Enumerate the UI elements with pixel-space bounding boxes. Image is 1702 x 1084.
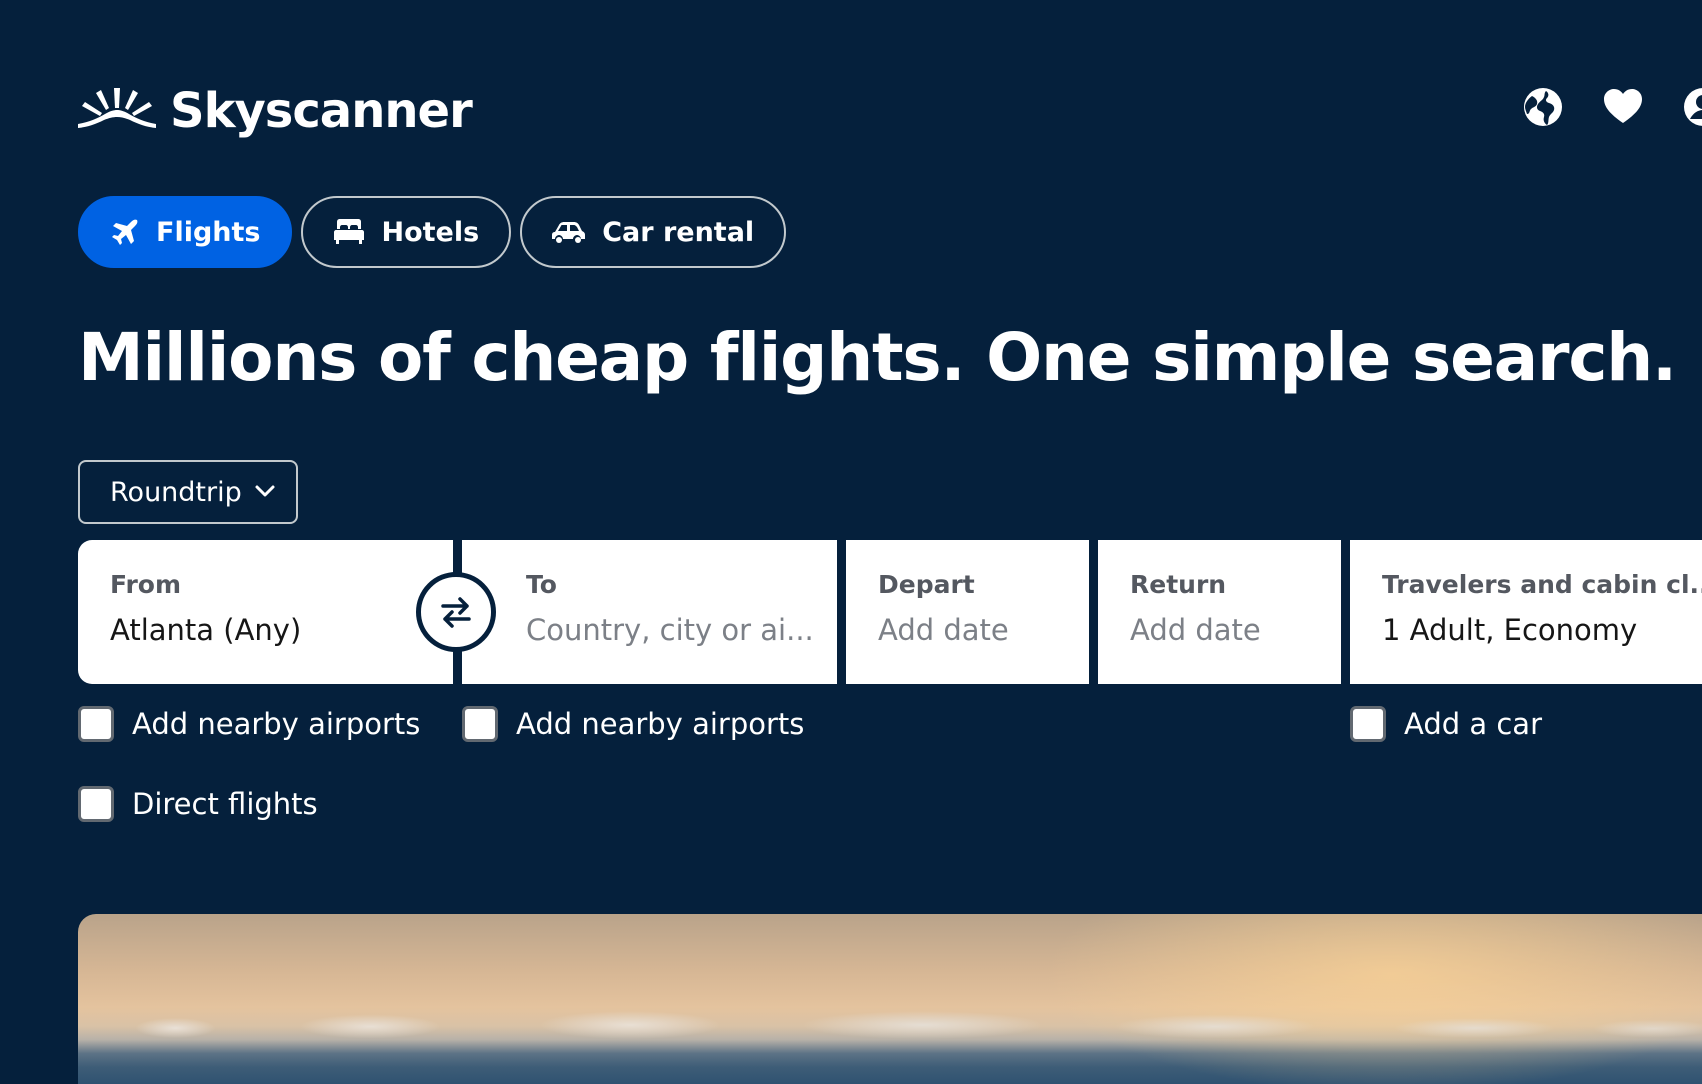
trip-type-value: Roundtrip	[110, 476, 242, 508]
heart-icon[interactable]	[1602, 86, 1644, 128]
brand-name: Skyscanner	[170, 83, 473, 139]
return-date-field[interactable]: Return Add date	[1098, 540, 1341, 684]
site-header: Skyscanner	[78, 84, 1702, 154]
header-actions	[1522, 86, 1702, 128]
tab-car-rental[interactable]: Car rental	[520, 196, 787, 268]
nearby-airports-from-checkbox[interactable]	[78, 706, 114, 742]
bed-icon	[334, 219, 365, 244]
tab-hotels[interactable]: Hotels	[301, 196, 512, 268]
from-field[interactable]: From Atlanta (Any)	[78, 540, 453, 684]
from-label: From	[110, 570, 182, 599]
chevron-down-icon	[255, 485, 275, 497]
page-headline: Millions of cheap flights. One simple se…	[78, 319, 1677, 396]
skyscanner-logo[interactable]: Skyscanner	[78, 83, 473, 139]
to-field[interactable]: To Country, city or ai...	[462, 540, 837, 684]
from-value: Atlanta (Any)	[110, 613, 302, 647]
return-label: Return	[1130, 570, 1227, 599]
nearby-airports-from-option[interactable]: Add nearby airports	[78, 706, 420, 742]
nearby-airports-to-checkbox[interactable]	[462, 706, 498, 742]
nearby-airports-to-label: Add nearby airports	[516, 707, 805, 741]
depart-placeholder: Add date	[878, 613, 1009, 647]
travelers-value: 1 Adult, Economy	[1382, 613, 1638, 647]
product-tabs: Flights Hotels Car rental	[78, 196, 787, 268]
direct-flights-option[interactable]: Direct flights	[78, 786, 318, 822]
add-car-label: Add a car	[1404, 707, 1542, 741]
tab-flights[interactable]: Flights	[78, 196, 293, 268]
car-icon	[552, 222, 586, 243]
tab-flights-label: Flights	[156, 216, 261, 248]
tab-hotels-label: Hotels	[381, 216, 480, 248]
trip-type-select[interactable]: Roundtrip	[78, 460, 298, 524]
to-label: To	[526, 570, 557, 599]
direct-flights-label: Direct flights	[132, 787, 318, 821]
return-placeholder: Add date	[1130, 613, 1261, 647]
travelers-label: Travelers and cabin cl...	[1382, 570, 1702, 599]
direct-flights-checkbox[interactable]	[78, 786, 114, 822]
to-placeholder: Country, city or ai...	[526, 613, 814, 647]
sunset-glow	[1042, 914, 1702, 1084]
sunburst-logo-icon	[78, 88, 156, 128]
travelers-cabin-field[interactable]: Travelers and cabin cl... 1 Adult, Econo…	[1350, 540, 1702, 684]
tab-car-rental-label: Car rental	[602, 216, 755, 248]
globe-icon[interactable]	[1522, 86, 1564, 128]
hero-sky-image	[78, 914, 1702, 1084]
plane-icon	[112, 219, 138, 245]
add-car-option[interactable]: Add a car	[1350, 706, 1542, 742]
swap-arrows-icon	[441, 597, 471, 628]
nearby-airports-to-option[interactable]: Add nearby airports	[462, 706, 804, 742]
depart-label: Depart	[878, 570, 975, 599]
depart-date-field[interactable]: Depart Add date	[846, 540, 1089, 684]
swap-locations-button[interactable]	[416, 572, 496, 652]
nearby-airports-from-label: Add nearby airports	[132, 707, 421, 741]
cloud-layer	[78, 1010, 1702, 1040]
account-icon[interactable]	[1682, 86, 1702, 128]
add-car-checkbox[interactable]	[1350, 706, 1386, 742]
